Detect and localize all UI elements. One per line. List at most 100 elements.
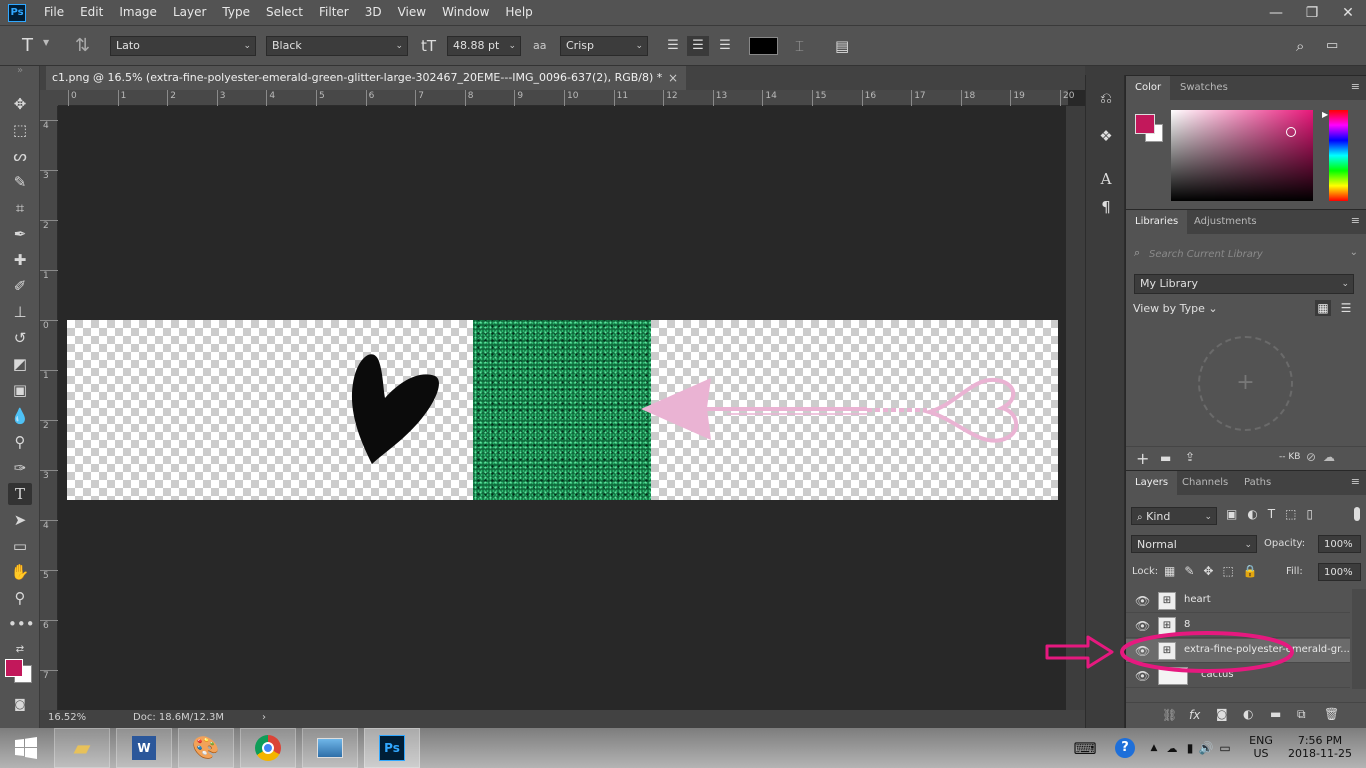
eraser-tool-icon[interactable]: ◩	[8, 353, 32, 375]
filter-toggle[interactable]	[1354, 507, 1360, 521]
brush-tool-icon[interactable]: ✐	[8, 275, 32, 297]
list-view-icon[interactable]: ☰	[1338, 300, 1354, 316]
pen-tool-icon[interactable]: ✑	[8, 457, 32, 479]
layer-row-heart[interactable]: 👁 ⊞ heart	[1126, 589, 1350, 613]
rectangle-tool-icon[interactable]: ▭	[8, 535, 32, 557]
add-icon[interactable]: +	[1136, 449, 1149, 468]
menu-edit[interactable]: Edit	[72, 0, 111, 25]
character-panel-icon[interactable]: ▤	[835, 36, 849, 56]
history-panel-icon[interactable]: ⎌	[1094, 86, 1118, 110]
tab-layers[interactable]: Layers	[1126, 471, 1178, 495]
photoshop-taskbar-icon[interactable]: Ps	[364, 728, 420, 768]
swap-colors-icon[interactable]: ⇄	[8, 639, 32, 661]
foreground-color-swatch[interactable]	[5, 659, 23, 677]
zoom-level[interactable]: 16.52%	[48, 712, 86, 723]
restore-button[interactable]: ❐	[1294, 0, 1330, 25]
creative-cloud-icon[interactable]: ☁	[1323, 450, 1335, 464]
tray-expand-icon[interactable]: ▲	[1146, 728, 1162, 768]
new-layer-icon[interactable]: ⧉	[1297, 707, 1306, 722]
font-style-dropdown[interactable]: Black ⌄	[266, 36, 408, 56]
text-tool-preset-icon[interactable]: T	[22, 36, 33, 56]
clock[interactable]: 7:56 PM 2018-11-25	[1282, 734, 1358, 760]
warp-text-icon[interactable]: ⌶	[795, 36, 804, 56]
panel-menu-icon[interactable]: ≡	[1351, 214, 1360, 227]
menu-window[interactable]: Window	[434, 0, 497, 25]
fx-icon[interactable]: fx	[1189, 708, 1200, 722]
blur-tool-icon[interactable]: 💧	[8, 405, 32, 427]
type-tool-icon[interactable]: T	[8, 483, 32, 505]
collapse-toolbar-icon[interactable]: »	[8, 66, 32, 76]
blend-mode-dropdown[interactable]: Normal ⌄	[1131, 535, 1257, 553]
onedrive-icon[interactable]: ☁	[1162, 728, 1182, 768]
close-window-button[interactable]: ✕	[1330, 0, 1366, 25]
quick-mask-icon[interactable]: ◙	[8, 693, 32, 715]
document-tab[interactable]: c1.png @ 16.5% (extra-fine-polyester-eme…	[46, 66, 686, 90]
foreground-color-swatch[interactable]	[1135, 114, 1155, 134]
stock-icon[interactable]: ⊘	[1306, 450, 1316, 464]
tab-channels[interactable]: Channels	[1173, 471, 1237, 495]
status-menu-arrow-icon[interactable]: ›	[262, 712, 266, 723]
lasso-tool-icon[interactable]: ᔕ	[8, 145, 32, 167]
move-tool-icon[interactable]: ✥	[8, 93, 32, 115]
tab-swatches[interactable]: Swatches	[1171, 76, 1237, 100]
battery-icon[interactable]: ▭	[1215, 728, 1235, 768]
filter-type-icons[interactable]: ▣◐T⬚▯	[1226, 507, 1323, 521]
text-color-swatch[interactable]	[749, 37, 778, 55]
anti-alias-dropdown[interactable]: Crisp ⌄	[560, 36, 648, 56]
menu-3d[interactable]: 3D	[357, 0, 390, 25]
menu-layer[interactable]: Layer	[165, 0, 214, 25]
hand-tool-icon[interactable]: ✋	[8, 561, 32, 583]
workspace-icon[interactable]: ▭	[1326, 36, 1338, 56]
minimize-button[interactable]: —	[1258, 0, 1294, 25]
marquee-tool-icon[interactable]: ⬚	[8, 119, 32, 141]
library-dropdown[interactable]: My Library ⌄	[1134, 274, 1354, 294]
library-search[interactable]: ⌕ Search Current Library ⌄	[1132, 245, 1360, 265]
help-icon[interactable]: ?	[1112, 728, 1138, 768]
zoom-tool-icon[interactable]: ⚲	[8, 587, 32, 609]
paragraph-panel-icon[interactable]: ¶	[1094, 195, 1118, 219]
layer-filter-dropdown[interactable]: ⌕ Kind ⌄	[1131, 507, 1217, 525]
path-selection-tool-icon[interactable]: ➤	[8, 509, 32, 531]
fill-field[interactable]: 100%	[1318, 563, 1361, 581]
hue-slider[interactable]	[1329, 110, 1348, 201]
more-tools-icon[interactable]: •••	[8, 613, 35, 635]
character-panel-icon[interactable]: A	[1094, 167, 1118, 191]
add-content-icon[interactable]: +	[1198, 336, 1293, 431]
font-family-dropdown[interactable]: Lato ⌄	[110, 36, 256, 56]
close-tab-icon[interactable]: ×	[668, 66, 678, 90]
word-icon[interactable]: W	[116, 728, 172, 768]
menu-view[interactable]: View	[390, 0, 434, 25]
color-field[interactable]	[1171, 110, 1313, 201]
panel-menu-icon[interactable]: ≡	[1351, 475, 1360, 488]
menu-select[interactable]: Select	[258, 0, 311, 25]
tab-paths[interactable]: Paths	[1235, 471, 1280, 495]
add-mask-icon[interactable]: ◙	[1216, 707, 1228, 721]
color-picker-cursor[interactable]	[1286, 127, 1296, 137]
3d-panel-icon[interactable]: ❖	[1094, 124, 1118, 148]
history-brush-tool-icon[interactable]: ↺	[8, 327, 32, 349]
volume-icon[interactable]: 🔊	[1196, 728, 1216, 768]
menu-image[interactable]: Image	[111, 0, 165, 25]
gradient-tool-icon[interactable]: ▣	[8, 379, 32, 401]
folder-icon[interactable]: ▬	[1160, 451, 1171, 465]
file-explorer-icon[interactable]: ▰	[54, 728, 110, 768]
align-right-icon[interactable]: ☰	[714, 36, 736, 56]
healing-brush-tool-icon[interactable]: ✚	[8, 249, 32, 271]
grid-view-icon[interactable]: ▦	[1315, 300, 1331, 316]
menu-help[interactable]: Help	[497, 0, 540, 25]
clone-stamp-tool-icon[interactable]: ⊥	[8, 301, 32, 323]
photos-icon[interactable]	[302, 728, 358, 768]
new-group-icon[interactable]: ▬	[1270, 707, 1281, 721]
opacity-field[interactable]: 100%	[1318, 535, 1361, 553]
dodge-tool-icon[interactable]: ⚲	[8, 431, 32, 453]
align-center-icon[interactable]: ☰	[687, 36, 709, 56]
tab-adjustments[interactable]: Adjustments	[1185, 210, 1266, 234]
view-by-type-dropdown[interactable]: View by Type ⌄	[1133, 302, 1218, 315]
chrome-icon[interactable]	[240, 728, 296, 768]
align-left-icon[interactable]: ☰	[662, 36, 684, 56]
eyedropper-tool-icon[interactable]: ✒	[8, 223, 32, 245]
lock-options-icons[interactable]: ▦✎✥⬚🔒	[1164, 564, 1267, 578]
windows-start-icon[interactable]	[6, 728, 46, 768]
keyboard-icon[interactable]: ⌨	[1070, 728, 1100, 768]
menu-type[interactable]: Type	[214, 0, 258, 25]
